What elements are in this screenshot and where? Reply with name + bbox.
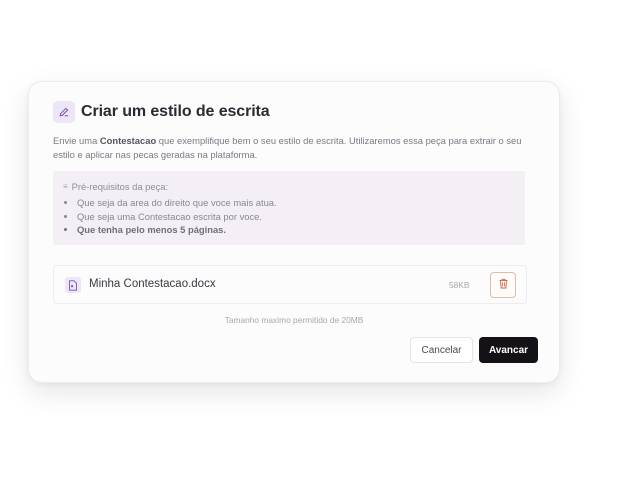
requirements-title: Pré-requisitos da peça: — [71, 181, 169, 192]
pencil-icon — [53, 101, 75, 123]
create-writing-style-dialog: Criar um estilo de escrita Envie uma Con… — [28, 81, 560, 383]
trash-icon — [498, 276, 509, 294]
dialog-header: Criar um estilo de escrita — [53, 101, 270, 123]
requirements-list: Que seja da area do direito que voce mai… — [63, 196, 525, 237]
requirement-item: Que tenha pelo menos 5 páginas. — [77, 223, 525, 237]
requirements-box: ≡ Pré-requisitos da peça: Que seja da ar… — [53, 171, 525, 245]
cancel-button[interactable]: Cancelar — [410, 337, 473, 363]
requirements-header: ≡ Pré-requisitos da peça: — [63, 181, 525, 192]
file-size: 58KB — [449, 280, 470, 290]
requirement-item: Que seja da area do direito que voce mai… — [77, 196, 525, 210]
dialog-description: Envie uma Contestacao que exemplifique b… — [53, 134, 533, 162]
next-button[interactable]: Avancar — [479, 337, 538, 363]
delete-file-button[interactable] — [490, 272, 516, 298]
uploaded-file-row: Minha Contestacao.docx 58KB — [53, 265, 527, 304]
document-icon — [65, 277, 81, 293]
description-bold: Contestacao — [99, 135, 157, 146]
file-size-hint: Tamanho maximo permitido de 20MB — [224, 315, 364, 325]
file-name: Minha Contestacao.docx — [89, 278, 216, 290]
list-icon: ≡ — [63, 182, 68, 191]
dialog-title: Criar um estilo de escrita — [81, 103, 270, 120]
requirement-item: Que seja uma Contestacao escrita por voc… — [77, 210, 525, 224]
description-prefix: Envie uma — [53, 135, 100, 146]
